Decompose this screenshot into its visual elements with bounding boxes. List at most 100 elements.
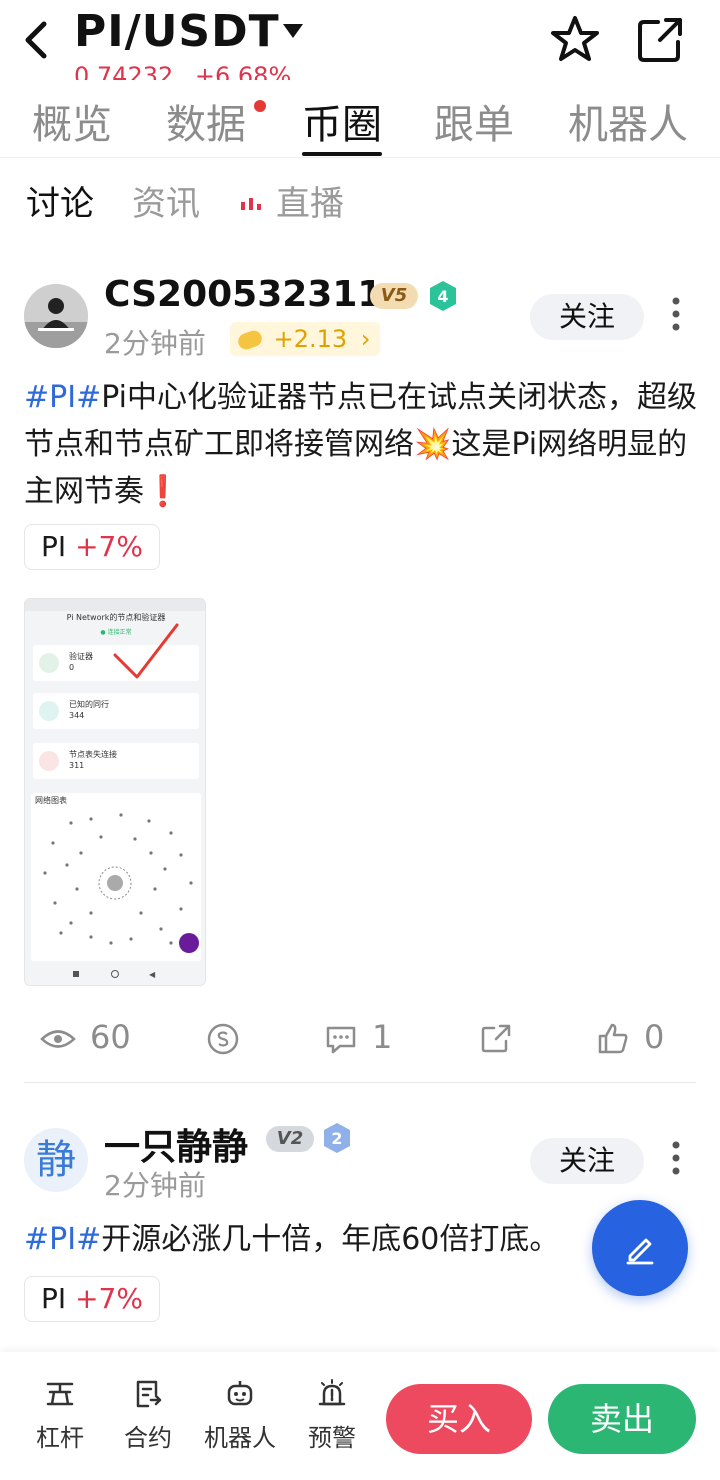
- buy-button[interactable]: 买入: [386, 1384, 532, 1454]
- coin-tag[interactable]: PI +7%: [24, 1276, 160, 1322]
- level-value: 2: [331, 1129, 342, 1148]
- alert-label: 预警: [308, 1424, 356, 1452]
- red-checkmark-icon: [113, 623, 179, 679]
- alert-button[interactable]: 预警: [292, 1378, 372, 1453]
- post-content: #PI#Pi中心化验证器节点已在试点关闭状态，超级节点和节点矿工即将接管网络💥这…: [24, 374, 704, 515]
- tab-overview[interactable]: 概览: [32, 92, 112, 150]
- tip-coin-icon[interactable]: [206, 1022, 240, 1056]
- tab-coin-circle[interactable]: 币圈: [302, 92, 382, 150]
- check-icon: [39, 653, 59, 673]
- thumb-network-graph: 网络图表: [31, 793, 201, 961]
- coin-symbol: PI: [41, 1282, 67, 1315]
- thumb-graph-label: 网络图表: [35, 796, 67, 805]
- thumb-row-label: 验证器: [69, 652, 93, 661]
- level-value: 4: [437, 287, 448, 306]
- coin-change: +7%: [75, 1282, 143, 1315]
- avatar-image: [24, 284, 88, 348]
- more-options-icon[interactable]: [670, 1140, 682, 1176]
- coin-tag[interactable]: PI +7%: [24, 524, 160, 570]
- leverage-icon: [46, 1382, 74, 1406]
- subtab-news[interactable]: 资讯: [132, 176, 200, 225]
- level-badge-icon: 4: [430, 281, 456, 311]
- coin-reward-icon: [235, 328, 265, 352]
- follow-button[interactable]: 关注: [530, 1138, 644, 1184]
- post-time: 2分钟前: [104, 1169, 206, 1202]
- follow-button[interactable]: 关注: [530, 294, 644, 340]
- post-divider: [24, 1082, 696, 1083]
- sub-tabs: 讨论 资讯 直播: [0, 176, 720, 226]
- eye-icon: [40, 1030, 76, 1048]
- pair-title[interactable]: PI/USDT: [74, 6, 280, 57]
- username[interactable]: CS200532311: [104, 274, 382, 315]
- live-bars-icon: [241, 198, 261, 210]
- thumb-row-label: 节点表失连接: [69, 750, 117, 759]
- avatar[interactable]: 静: [24, 1128, 88, 1192]
- reward-chip[interactable]: +2.13 ›: [230, 322, 381, 356]
- thumb-row-value: 0: [69, 663, 75, 672]
- thumbs-up-icon[interactable]: [596, 1022, 630, 1056]
- thumb-row-disconnected: 节点表失连接 311: [33, 743, 199, 779]
- avatar[interactable]: [24, 284, 88, 348]
- hashtag[interactable]: #PI#: [24, 1222, 101, 1257]
- comment-icon[interactable]: [324, 1024, 358, 1056]
- price-ticker: 0.74232 +6.68%: [74, 62, 291, 80]
- hashtag[interactable]: #PI#: [24, 380, 101, 415]
- price-value: 0.74232: [74, 62, 174, 80]
- username[interactable]: 一只静静: [104, 1118, 248, 1170]
- robot-label: 机器人: [204, 1424, 276, 1452]
- tab-copy-trading[interactable]: 跟单: [434, 92, 514, 150]
- contract-icon: [136, 1380, 162, 1408]
- subtab-discussion[interactable]: 讨论: [26, 176, 94, 225]
- post-stats: 60 1 0: [0, 1014, 720, 1064]
- vip-badge: V2: [266, 1126, 314, 1152]
- main-tabs: 概览 数据 币圈 跟单 机器人: [0, 92, 720, 158]
- post-text: 开源必涨几十倍，年底60倍打底。: [101, 1222, 560, 1257]
- top-bar: PI/USDT 0.74232 +6.68%: [0, 0, 720, 80]
- thumb-row-value: 311: [69, 761, 85, 770]
- thumb-row-value: 344: [69, 711, 85, 720]
- leverage-label: 杠杆: [36, 1424, 84, 1452]
- thumb-row-peers: 已知的同行 344: [33, 693, 199, 729]
- price-change: +6.68%: [194, 62, 292, 80]
- coin-symbol: PI: [41, 530, 67, 563]
- bottom-action-bar: 杠杆 合约 机器人 预警 买入 卖出: [0, 1352, 720, 1480]
- pencil-icon: [626, 1238, 654, 1265]
- robot-icon: [227, 1381, 253, 1406]
- notification-dot: [254, 100, 266, 112]
- robot-button[interactable]: 机器人: [200, 1378, 280, 1453]
- leverage-button[interactable]: 杠杆: [20, 1378, 100, 1453]
- contract-label: 合约: [124, 1424, 172, 1452]
- reward-value: +2.13: [273, 325, 348, 353]
- view-count: 60: [90, 1018, 131, 1056]
- post-text: Pi中心化验证器节点已在试点关闭状态，超级节点和节点矿工即将接管网络💥这是Pi网…: [24, 380, 697, 509]
- compose-button[interactable]: [592, 1200, 688, 1296]
- tab-data[interactable]: 数据: [166, 92, 246, 150]
- post-image[interactable]: Pi Network的节点和验证器 ● 连接正常 验证器 0 已知的同行 344…: [24, 598, 206, 986]
- sell-button[interactable]: 卖出: [548, 1384, 696, 1454]
- like-count: 0: [644, 1018, 665, 1056]
- tab-bot[interactable]: 机器人: [568, 92, 688, 150]
- share-post-icon[interactable]: [480, 1024, 512, 1054]
- contract-button[interactable]: 合约: [108, 1378, 188, 1453]
- comment-count: 1: [372, 1018, 393, 1056]
- coin-change: +7%: [75, 530, 143, 563]
- network-graph-icon: [43, 813, 199, 953]
- star-icon[interactable]: [549, 14, 601, 64]
- thumb-nav-bar: ◀: [25, 965, 205, 985]
- more-options-icon[interactable]: [670, 296, 682, 332]
- post-time: 2分钟前: [104, 327, 206, 360]
- thumb-row-label: 已知的同行: [69, 700, 109, 709]
- active-tab-indicator: [302, 152, 382, 156]
- caret-down-icon[interactable]: [282, 22, 304, 40]
- vip-badge: V5: [370, 283, 418, 309]
- level-badge-icon: 2: [324, 1123, 350, 1153]
- alarm-icon: [318, 1379, 346, 1406]
- thumb-status-bar: [25, 599, 205, 611]
- share-icon[interactable]: [636, 16, 686, 64]
- chevron-right-icon: ›: [360, 325, 371, 353]
- back-arrow-icon[interactable]: [18, 18, 54, 62]
- link-icon: [39, 751, 59, 771]
- subtab-live[interactable]: 直播: [276, 176, 344, 225]
- globe-icon: [39, 701, 59, 721]
- post-content: #PI#开源必涨几十倍，年底60倍打底。: [24, 1216, 584, 1263]
